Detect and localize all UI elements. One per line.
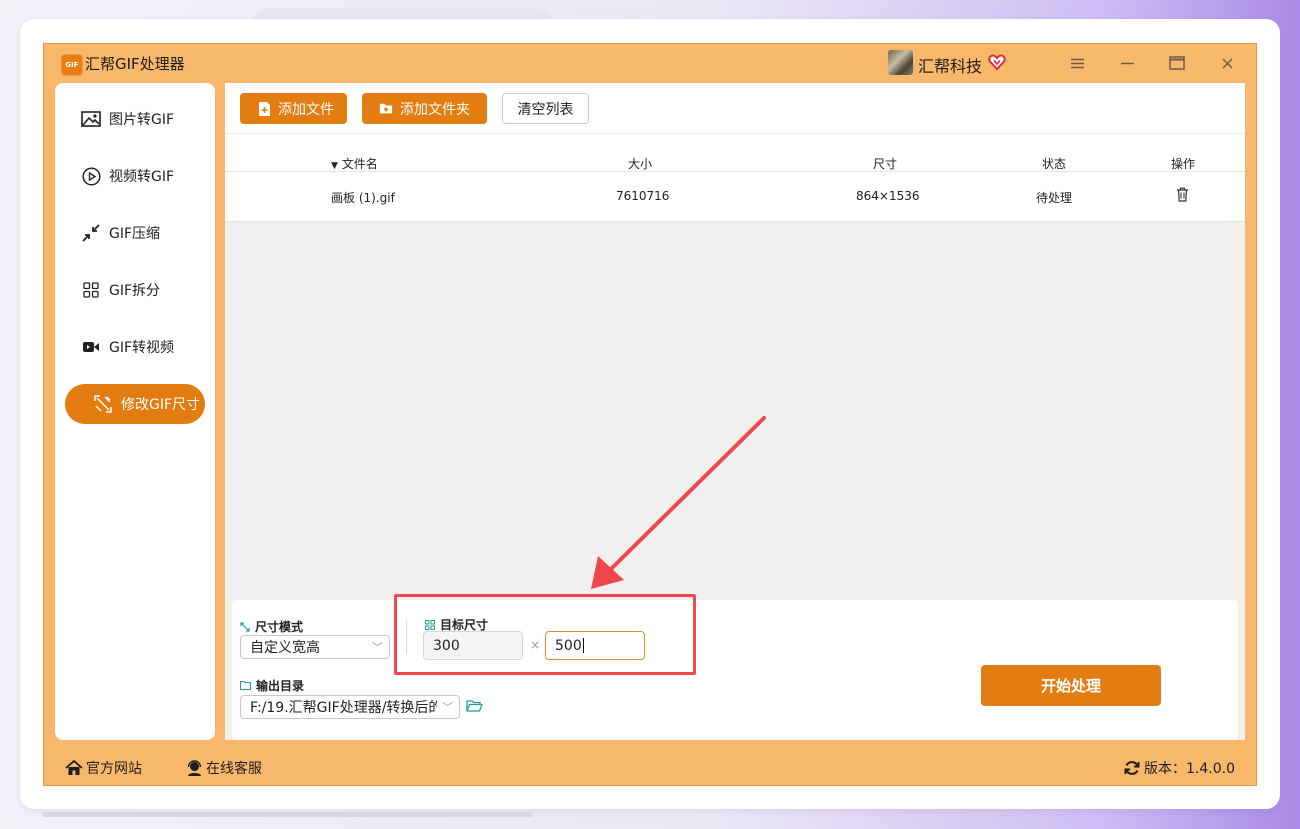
close-icon[interactable] bbox=[1217, 53, 1237, 73]
column-header-status: 状态 bbox=[1042, 157, 1067, 171]
settings-panel: 尺寸模式 自定义宽高 ﹀ 目标尺寸 300 × 500 输出目录 F:/19.汇… bbox=[232, 600, 1238, 740]
sidebar-item-label: GIF转视频 bbox=[109, 340, 175, 356]
resize-icon bbox=[93, 394, 113, 414]
add-file-button[interactable]: 添加文件 bbox=[240, 93, 347, 124]
main-panel: 添加文件 添加文件夹 清空列表 ▼ 文件名 大小 尺寸 状态 操作 画板 (1)… bbox=[225, 83, 1245, 740]
hamburger-icon[interactable] bbox=[1067, 53, 1087, 73]
column-header-size: 大小 bbox=[628, 157, 653, 171]
compress-icon bbox=[81, 223, 101, 243]
chevron-down-icon: ﹀ bbox=[442, 701, 453, 714]
sidebar-item-gif-to-video[interactable]: GIF转视频 bbox=[55, 327, 215, 367]
size-mode-label: 尺寸模式 bbox=[240, 618, 303, 635]
trash-icon[interactable] bbox=[1176, 187, 1189, 205]
output-dir-label: 输出目录 bbox=[240, 677, 304, 694]
add-folder-button[interactable]: 添加文件夹 bbox=[362, 93, 487, 124]
sidebar-item-label: GIF压缩 bbox=[109, 226, 161, 242]
user-name[interactable]: 汇帮科技 bbox=[918, 53, 982, 77]
table-row[interactable]: 画板 (1).gif 7610716 864×1536 待处理 bbox=[225, 172, 1245, 222]
sidebar-item-label: 图片转GIF bbox=[109, 112, 175, 128]
sidebar: 图片转GIF 视频转GIF GIF压缩 GIF拆分 GIF转视频 修改GIF尺寸 bbox=[55, 83, 215, 740]
sidebar-item-gif-compress[interactable]: GIF压缩 bbox=[55, 213, 215, 253]
play-circle-icon bbox=[81, 166, 101, 186]
image-icon bbox=[81, 109, 101, 129]
table-header: ▼ 文件名 大小 尺寸 状态 操作 bbox=[225, 133, 1245, 172]
size-mode-icon bbox=[240, 621, 250, 632]
avatar[interactable] bbox=[888, 50, 913, 75]
folder-icon bbox=[240, 681, 251, 690]
sort-down-icon: ▼ bbox=[331, 161, 338, 171]
sidebar-item-image-to-gif[interactable]: 图片转GIF bbox=[55, 99, 215, 139]
sidebar-item-video-to-gif[interactable]: 视频转GIF bbox=[55, 156, 215, 196]
clear-list-button[interactable]: 清空列表 bbox=[502, 93, 589, 124]
chevron-down-icon: ﹀ bbox=[372, 641, 383, 654]
version-info[interactable]: 版本：1.4.0.0 bbox=[1124, 758, 1235, 778]
maximize-icon[interactable] bbox=[1167, 53, 1187, 73]
sidebar-item-gif-split[interactable]: GIF拆分 bbox=[55, 270, 215, 310]
add-file-label: 添加文件 bbox=[278, 101, 334, 118]
add-folder-icon bbox=[379, 101, 393, 117]
support-agent-icon bbox=[187, 759, 202, 776]
sidebar-item-resize-gif[interactable]: 修改GIF尺寸 bbox=[65, 384, 205, 424]
status-cell: 待处理 bbox=[1036, 191, 1073, 205]
output-dir-select[interactable]: F:/19.汇帮GIF处理器/转换后的 ﹀ bbox=[240, 695, 460, 719]
size-mode-select[interactable]: 自定义宽高 ﹀ bbox=[240, 635, 390, 659]
file-size-cell: 7610716 bbox=[616, 189, 670, 203]
official-website-link[interactable]: 官方网站 bbox=[65, 758, 142, 778]
annotation-highlight-box bbox=[394, 594, 696, 675]
split-icon bbox=[81, 280, 101, 300]
start-processing-button[interactable]: 开始处理 bbox=[981, 665, 1161, 706]
sidebar-item-label: GIF拆分 bbox=[109, 283, 161, 299]
background-decoration bbox=[42, 812, 532, 817]
sidebar-item-label: 视频转GIF bbox=[109, 169, 175, 185]
add-file-icon bbox=[257, 101, 271, 117]
open-folder-icon[interactable] bbox=[466, 698, 483, 717]
column-header-dimensions: 尺寸 bbox=[873, 157, 898, 171]
online-support-link[interactable]: 在线客服 bbox=[186, 758, 262, 778]
toolbar: 添加文件 添加文件夹 清空列表 bbox=[225, 83, 1245, 133]
column-header-filename[interactable]: ▼ 文件名 bbox=[331, 155, 378, 172]
column-header-action: 操作 bbox=[1171, 157, 1196, 171]
minimize-icon[interactable] bbox=[1117, 53, 1137, 73]
refresh-icon bbox=[1124, 761, 1140, 775]
video-camera-icon bbox=[81, 337, 101, 357]
dimensions-cell: 864×1536 bbox=[856, 189, 920, 203]
home-icon bbox=[65, 760, 83, 775]
app-title: 汇帮GIF处理器 bbox=[85, 55, 185, 73]
sidebar-item-label: 修改GIF尺寸 bbox=[121, 397, 201, 413]
vip-heart-icon bbox=[988, 54, 1006, 71]
file-list-empty-area bbox=[225, 222, 1245, 600]
file-name-cell: 画板 (1).gif bbox=[331, 191, 395, 205]
add-folder-label: 添加文件夹 bbox=[400, 101, 470, 118]
app-logo: GIF bbox=[61, 54, 83, 76]
